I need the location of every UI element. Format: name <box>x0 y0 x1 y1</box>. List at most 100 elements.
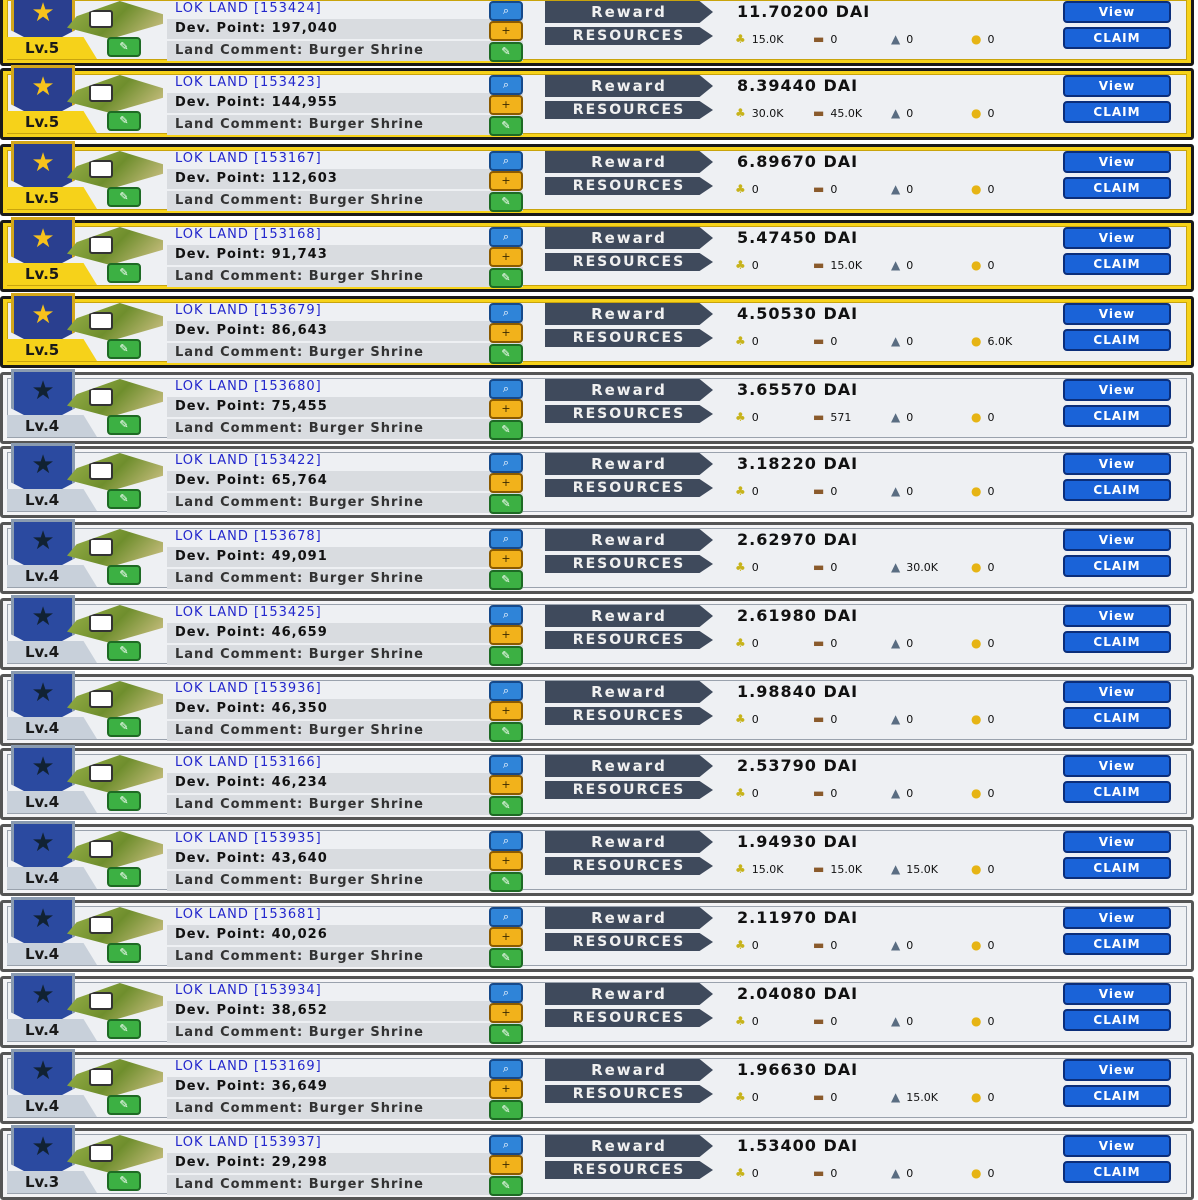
corn-icon: ♣ <box>735 636 746 650</box>
plus-icon[interactable]: + <box>489 549 523 569</box>
stone-resource: ▲ 15.0K <box>891 860 938 878</box>
view-button[interactable]: View <box>1063 453 1171 475</box>
claim-button[interactable]: CLAIM <box>1063 555 1171 577</box>
edit-icon[interactable]: ✎ <box>489 344 523 364</box>
edit-icon[interactable]: ✎ <box>489 420 523 440</box>
land-edit-icon[interactable]: ✎ <box>107 565 141 585</box>
search-icon[interactable]: ⌕ <box>489 151 523 171</box>
plus-icon[interactable]: + <box>489 171 523 191</box>
view-button[interactable]: View <box>1063 151 1171 173</box>
search-icon[interactable]: ⌕ <box>489 303 523 323</box>
plus-icon[interactable]: + <box>489 1155 523 1175</box>
plus-icon[interactable]: + <box>489 247 523 267</box>
claim-button[interactable]: CLAIM <box>1063 631 1171 653</box>
plus-icon[interactable]: + <box>489 775 523 795</box>
claim-button[interactable]: CLAIM <box>1063 707 1171 729</box>
edit-icon[interactable]: ✎ <box>489 116 523 136</box>
search-icon[interactable]: ⌕ <box>489 227 523 247</box>
plus-icon[interactable]: + <box>489 625 523 645</box>
claim-button[interactable]: CLAIM <box>1063 177 1171 199</box>
view-button[interactable]: View <box>1063 681 1171 703</box>
search-icon[interactable]: ⌕ <box>489 453 523 473</box>
search-icon[interactable]: ⌕ <box>489 1135 523 1155</box>
search-icon[interactable]: ⌕ <box>489 379 523 399</box>
gold-value: 0 <box>987 33 995 46</box>
search-icon[interactable]: ⌕ <box>489 605 523 625</box>
claim-button[interactable]: CLAIM <box>1063 101 1171 123</box>
view-button[interactable]: View <box>1063 75 1171 97</box>
search-icon[interactable]: ⌕ <box>489 75 523 95</box>
land-edit-icon[interactable]: ✎ <box>107 717 141 737</box>
claim-button[interactable]: CLAIM <box>1063 933 1171 955</box>
edit-icon[interactable]: ✎ <box>489 570 523 590</box>
search-icon[interactable]: ⌕ <box>489 831 523 851</box>
land-edit-icon[interactable]: ✎ <box>107 791 141 811</box>
view-button[interactable]: View <box>1063 303 1171 325</box>
search-icon[interactable]: ⌕ <box>489 755 523 775</box>
search-icon[interactable]: ⌕ <box>489 1059 523 1079</box>
search-icon[interactable]: ⌕ <box>489 529 523 549</box>
search-icon[interactable]: ⌕ <box>489 681 523 701</box>
view-button[interactable]: View <box>1063 529 1171 551</box>
view-button[interactable]: View <box>1063 755 1171 777</box>
land-edit-icon[interactable]: ✎ <box>107 943 141 963</box>
edit-icon[interactable]: ✎ <box>489 646 523 666</box>
edit-icon[interactable]: ✎ <box>489 42 523 62</box>
land-comment: Land Comment: Burger Shrine <box>167 1023 523 1043</box>
edit-icon[interactable]: ✎ <box>489 1176 523 1196</box>
land-edit-icon[interactable]: ✎ <box>107 415 141 435</box>
claim-button[interactable]: CLAIM <box>1063 781 1171 803</box>
plus-icon[interactable]: + <box>489 927 523 947</box>
plus-icon[interactable]: + <box>489 473 523 493</box>
land-edit-icon[interactable]: ✎ <box>107 187 141 207</box>
edit-icon[interactable]: ✎ <box>489 872 523 892</box>
edit-icon[interactable]: ✎ <box>489 1024 523 1044</box>
edit-icon[interactable]: ✎ <box>489 1100 523 1120</box>
claim-button[interactable]: CLAIM <box>1063 479 1171 501</box>
edit-icon[interactable]: ✎ <box>489 192 523 212</box>
edit-icon[interactable]: ✎ <box>489 268 523 288</box>
land-edit-icon[interactable]: ✎ <box>107 867 141 887</box>
claim-button[interactable]: CLAIM <box>1063 405 1171 427</box>
search-icon[interactable]: ⌕ <box>489 907 523 927</box>
plus-icon[interactable]: + <box>489 1079 523 1099</box>
land-edit-icon[interactable]: ✎ <box>107 339 141 359</box>
edit-icon[interactable]: ✎ <box>489 494 523 514</box>
land-edit-icon[interactable]: ✎ <box>107 489 141 509</box>
view-button[interactable]: View <box>1063 831 1171 853</box>
claim-button[interactable]: CLAIM <box>1063 1161 1171 1183</box>
plus-icon[interactable]: + <box>489 95 523 115</box>
claim-button[interactable]: CLAIM <box>1063 329 1171 351</box>
edit-icon[interactable]: ✎ <box>489 722 523 742</box>
claim-button[interactable]: CLAIM <box>1063 253 1171 275</box>
claim-button[interactable]: CLAIM <box>1063 857 1171 879</box>
claim-button[interactable]: CLAIM <box>1063 1085 1171 1107</box>
view-button[interactable]: View <box>1063 1 1171 23</box>
edit-icon[interactable]: ✎ <box>489 796 523 816</box>
land-edit-icon[interactable]: ✎ <box>107 111 141 131</box>
land-edit-icon[interactable]: ✎ <box>107 263 141 283</box>
plus-icon[interactable]: + <box>489 399 523 419</box>
land-edit-icon[interactable]: ✎ <box>107 37 141 57</box>
view-button[interactable]: View <box>1063 983 1171 1005</box>
land-edit-icon[interactable]: ✎ <box>107 1019 141 1039</box>
view-button[interactable]: View <box>1063 227 1171 249</box>
land-edit-icon[interactable]: ✎ <box>107 641 141 661</box>
claim-button[interactable]: CLAIM <box>1063 27 1171 49</box>
plus-icon[interactable]: + <box>489 1003 523 1023</box>
search-icon[interactable]: ⌕ <box>489 1 523 21</box>
view-button[interactable]: View <box>1063 907 1171 929</box>
search-icon[interactable]: ⌕ <box>489 983 523 1003</box>
land-edit-icon[interactable]: ✎ <box>107 1095 141 1115</box>
land-edit-icon[interactable]: ✎ <box>107 1171 141 1191</box>
plus-icon[interactable]: + <box>489 701 523 721</box>
view-button[interactable]: View <box>1063 605 1171 627</box>
view-button[interactable]: View <box>1063 1135 1171 1157</box>
edit-icon[interactable]: ✎ <box>489 948 523 968</box>
view-button[interactable]: View <box>1063 379 1171 401</box>
claim-button[interactable]: CLAIM <box>1063 1009 1171 1031</box>
plus-icon[interactable]: + <box>489 323 523 343</box>
plus-icon[interactable]: + <box>489 21 523 41</box>
plus-icon[interactable]: + <box>489 851 523 871</box>
view-button[interactable]: View <box>1063 1059 1171 1081</box>
